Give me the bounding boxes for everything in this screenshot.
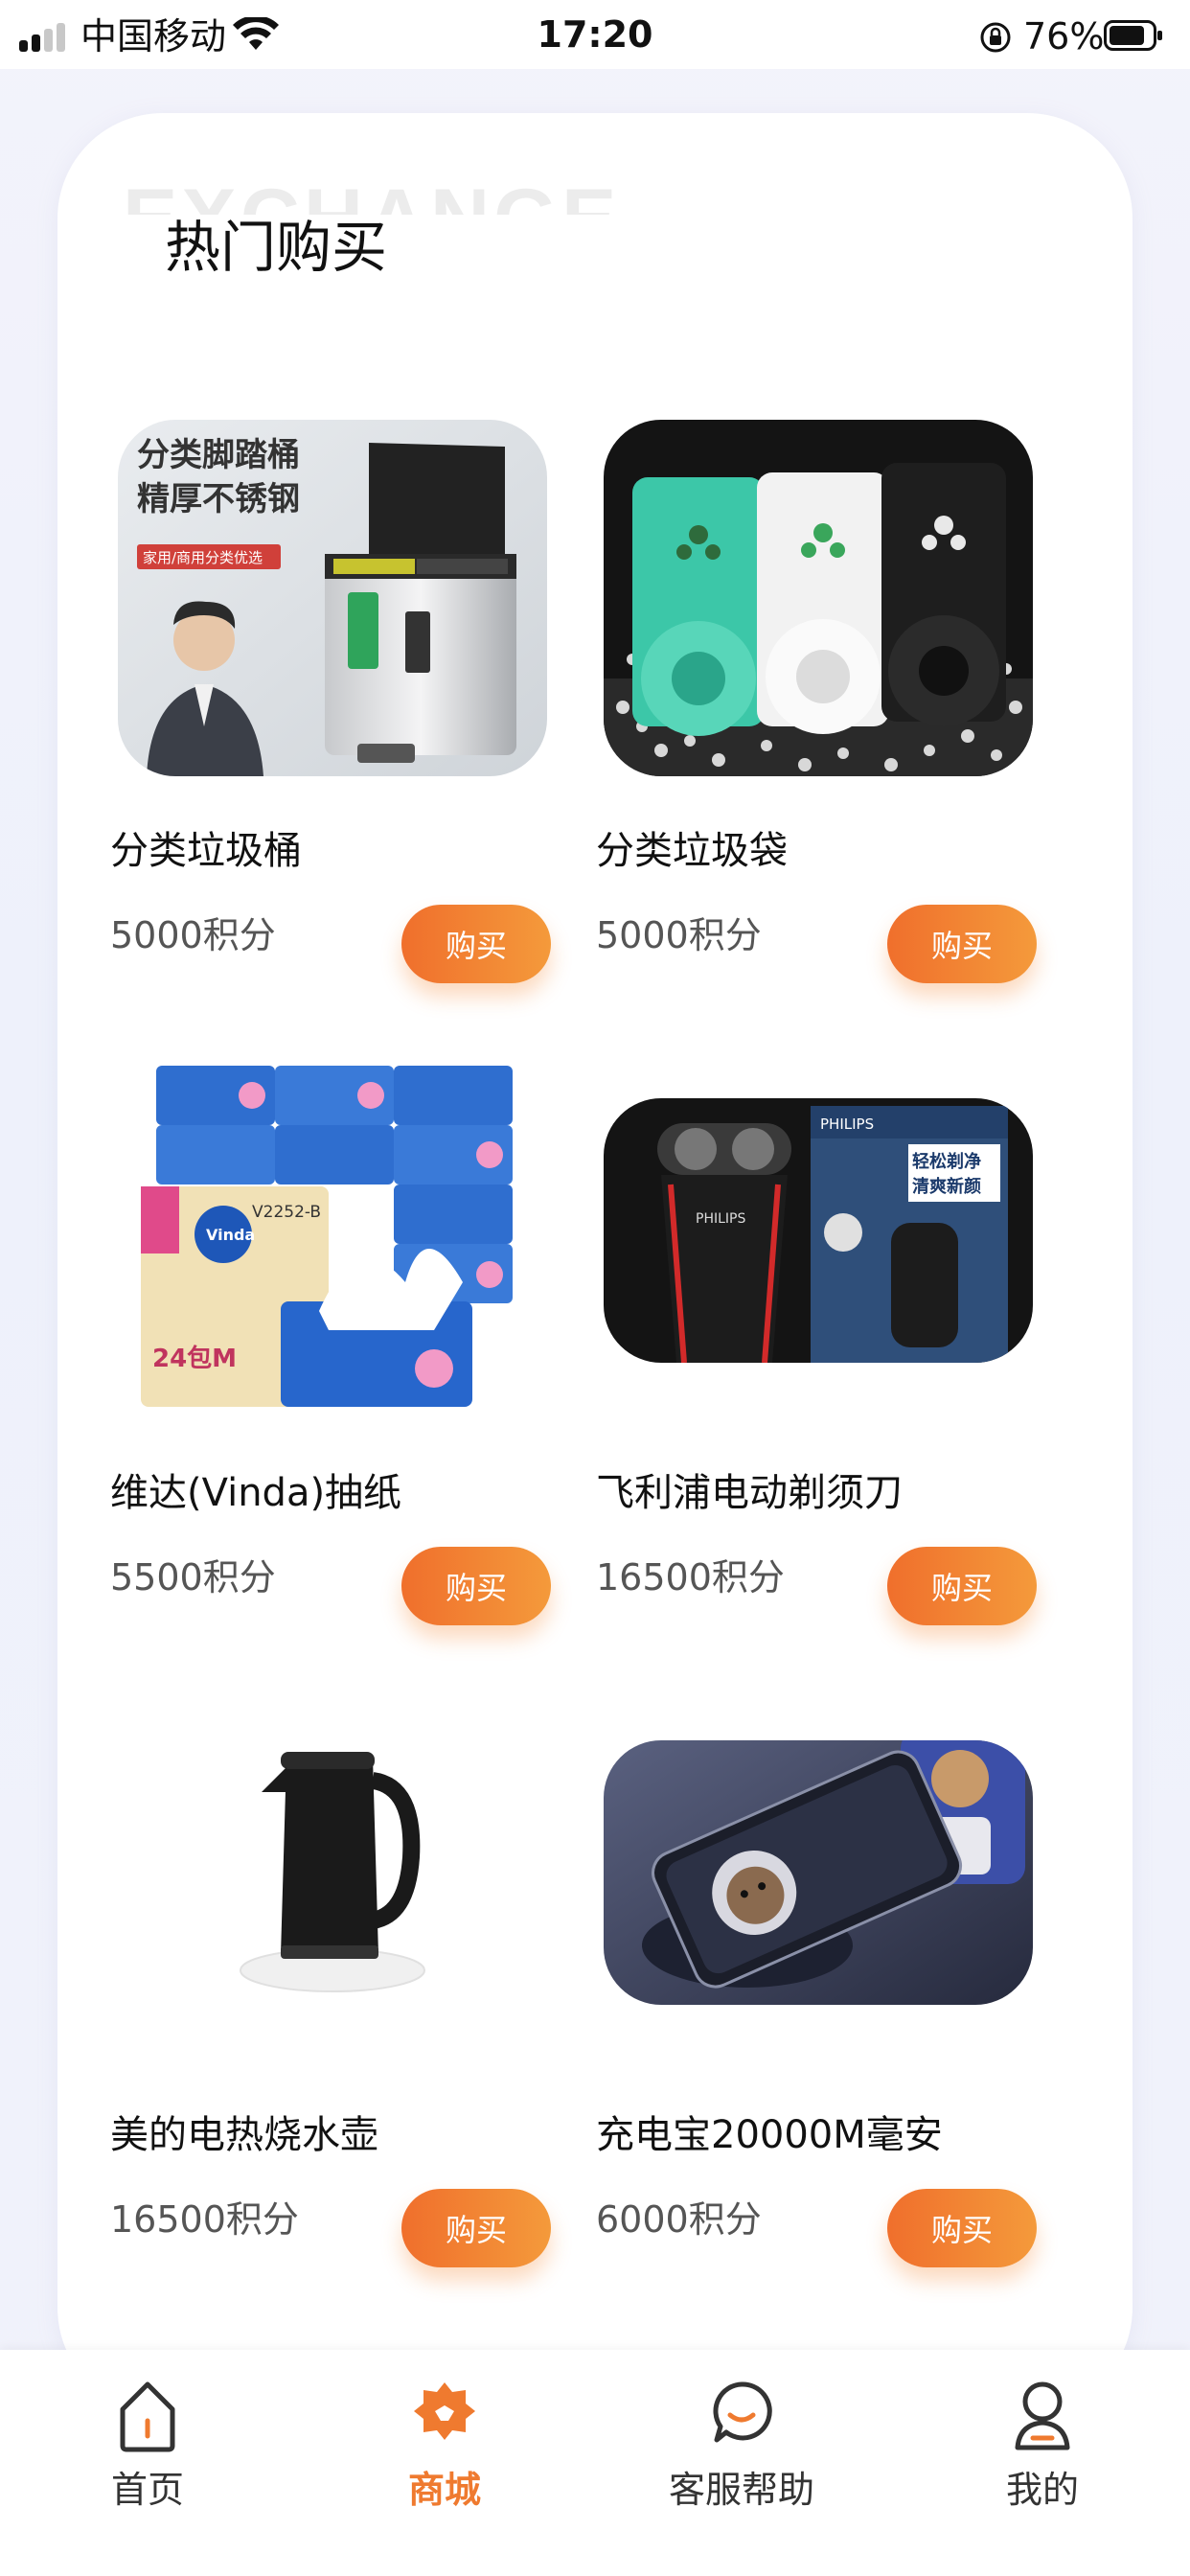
shaver-box-line2: 清爽新颜 [912,1176,981,1197]
product-image-shaver[interactable]: PHILIPS PHILIPS 轻松剃净 清爽新颜 [604,1098,1033,1363]
buy-button[interactable]: 购买 [887,1547,1037,1625]
product-name: 充电宝20000M毫安 [596,2113,943,2157]
battery-percentage: 76% [1023,15,1105,58]
product-card[interactable]: 充电宝20000M毫安 6000积分 购买 [596,1704,1046,2298]
product-card[interactable]: PHILIPS PHILIPS 轻松剃净 清爽新颜 飞利浦电动剃须刀 16500… [596,1062,1046,1656]
buy-button[interactable]: 购买 [401,1547,551,1625]
tab-customer-service-label: 客服帮助 [668,2469,814,2511]
shaver-box-brand: PHILIPS [820,1116,874,1133]
product-name: 飞利浦电动剃须刀 [596,1471,903,1515]
tab-home-label: 首页 [110,2469,184,2511]
chat-bubble-icon [713,2381,772,2443]
product-name: 分类垃圾桶 [110,829,302,873]
product-price: 5500积分 [110,1556,276,1598]
product-price: 16500积分 [596,1556,785,1598]
product-name: 维达(Vinda)抽纸 [110,1471,402,1515]
tab-shop-label: 商城 [407,2469,481,2511]
battery-icon [1104,20,1162,51]
product-image-power-bank[interactable] [604,1740,1033,2005]
buy-button[interactable]: 购买 [887,905,1037,983]
trash-image-line1: 分类脚踏桶 [137,436,300,474]
tab-profile[interactable]: 我的 [947,2377,1138,2530]
tab-shop[interactable]: 商城 [349,2377,540,2530]
buy-button[interactable]: 购买 [887,2189,1037,2267]
shaver-brand: PHILIPS [696,1211,745,1227]
buy-button[interactable]: 购买 [401,2189,551,2267]
trash-image-tag: 家用/商用分类优选 [143,549,263,566]
tissue-size: 24包M [152,1344,237,1373]
product-card[interactable]: Vinda V2252-B 24包M 维达(Vinda)抽纸 5500积分 购买 [110,1062,561,1656]
shaver-box-line1: 轻松剃净 [912,1151,981,1172]
hot-products-card: EXCHANGE 热门购买 分类脚踏桶 精厚不锈钢 家用/商用分类优选 [57,113,1133,2413]
status-bar: 中国移动 17:20 76% [0,0,1190,69]
home-icon [120,2381,175,2452]
product-name: 分类垃圾袋 [596,829,788,873]
product-image-garbage-bags[interactable] [604,420,1033,776]
product-price: 16500积分 [110,2198,299,2241]
product-image-trash-bin[interactable]: 分类脚踏桶 精厚不锈钢 家用/商用分类优选 [118,420,547,776]
buy-button[interactable]: 购买 [401,905,551,983]
section-watermark: EXCHANGE [123,171,620,215]
product-price: 5000积分 [110,914,276,956]
shop-icon [414,2382,475,2440]
product-image-tissue[interactable]: Vinda V2252-B 24包M [118,1062,547,1418]
product-image-kettle[interactable] [118,1704,547,2060]
bottom-tab-bar: 首页 商城 客服帮助 我的 [0,2350,1190,2576]
product-card[interactable]: 分类脚踏桶 精厚不锈钢 家用/商用分类优选 分类垃圾桶 5000积分 购买 [110,420,561,1014]
tab-profile-label: 我的 [1005,2469,1079,2511]
tissue-model: V2252-B [252,1203,321,1222]
trash-image-line2: 精厚不锈钢 [137,480,300,518]
product-name: 美的电热烧水壶 [110,2113,378,2157]
product-price: 6000积分 [596,2198,762,2241]
product-price: 5000积分 [596,914,762,956]
section-title: 热门购买 [165,215,388,280]
tissue-brand: Vinda [206,1226,255,1244]
orientation-lock-icon [980,22,1011,53]
tab-customer-service[interactable]: 客服帮助 [646,2377,837,2530]
product-card[interactable]: 美的电热烧水壶 16500积分 购买 [110,1704,561,2298]
tab-home[interactable]: 首页 [52,2377,243,2530]
user-icon [1015,2381,1070,2450]
product-card[interactable]: 分类垃圾袋 5000积分 购买 [596,420,1046,1014]
